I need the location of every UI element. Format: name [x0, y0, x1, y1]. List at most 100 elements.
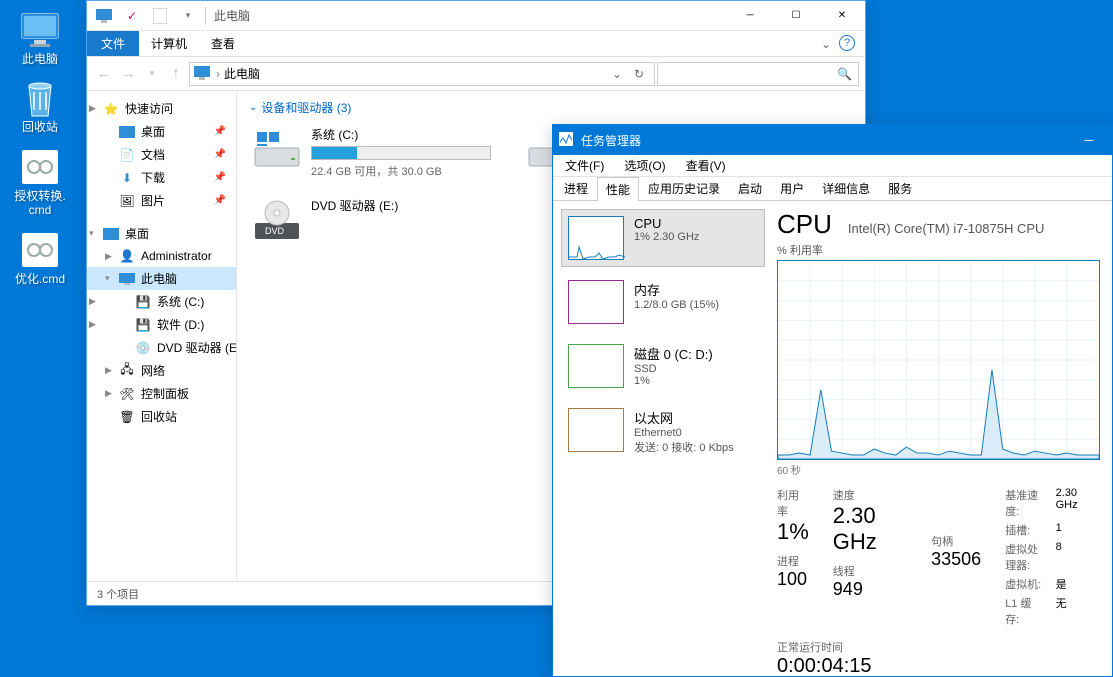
nav-network[interactable]: ▶🖧网络 [87, 359, 236, 382]
stat-utilization: 利用率 1% 进程 100 [777, 487, 809, 627]
explorer-titlebar[interactable]: ✓ ▾ 此电脑 ─ ☐ ✕ [87, 1, 865, 31]
user-icon: 👤 [119, 248, 135, 264]
drive-icon: 💾 [135, 294, 151, 310]
address-bar[interactable]: › 此电脑 ⌄ ↻ [189, 62, 655, 86]
nav-drive-d[interactable]: ▶💾软件 (D:) [87, 313, 236, 336]
drive-capacity-bar [311, 146, 491, 160]
ethernet-thumb-icon [568, 408, 624, 452]
task-manager-titlebar[interactable]: 任务管理器 ─ [553, 125, 1112, 155]
monitor-icon [20, 10, 60, 50]
pin-icon: 📌 [214, 172, 230, 183]
tab-users[interactable]: 用户 [771, 176, 813, 200]
tab-performance[interactable]: 性能 [597, 177, 639, 201]
svg-text:DVD: DVD [265, 226, 285, 236]
tab-processes[interactable]: 进程 [555, 176, 597, 200]
nav-documents[interactable]: 📄文档📌 [87, 143, 236, 166]
ribbon-expand-icon[interactable]: ⌄ [813, 31, 839, 56]
nav-administrator[interactable]: ▶👤Administrator [87, 245, 236, 267]
desktop-icon-label: 回收站 [22, 120, 58, 134]
minimize-button[interactable]: ─ [727, 1, 773, 31]
status-text: 3 个项目 [97, 586, 139, 602]
maximize-button[interactable]: ☐ [773, 1, 819, 31]
nav-forward-button[interactable]: → [117, 62, 139, 86]
nav-drive-c[interactable]: ▶💾系统 (C:) [87, 290, 236, 313]
cpu-thumb-icon [568, 216, 624, 260]
ribbon-file-tab[interactable]: 文件 [87, 31, 139, 56]
qat-dropdown-icon[interactable]: ▾ [177, 5, 199, 27]
perf-card-memory[interactable]: 内存 1.2/8.0 GB (15%) [561, 273, 765, 331]
drive-name: 系统 (C:) [311, 126, 495, 143]
monitor-icon [93, 5, 115, 27]
x-axis-label: 60 秒 [777, 462, 1100, 477]
tab-services[interactable]: 服务 [879, 176, 921, 200]
search-input[interactable]: 🔍 [657, 62, 859, 86]
help-icon[interactable]: ? [839, 35, 855, 51]
card-title: CPU [634, 216, 699, 231]
menu-options[interactable]: 选项(O) [616, 155, 673, 176]
refresh-icon[interactable]: ↻ [628, 67, 650, 81]
desktop-icon-recycle-bin[interactable]: 回收站 [0, 72, 80, 140]
new-file-icon[interactable] [149, 5, 171, 27]
cmd-icon [20, 230, 60, 270]
address-dropdown-icon[interactable]: ⌄ [606, 67, 628, 81]
perf-sidebar: CPU 1% 2.30 GHz 内存 1.2/8.0 GB (15%) 磁盘 0… [553, 201, 773, 676]
desktop-icon-cmd-2[interactable]: 优化.cmd [0, 224, 80, 292]
tab-startup[interactable]: 启动 [729, 176, 771, 200]
util-label: % 利用率 [777, 242, 1100, 258]
nav-up-button[interactable]: ↑ [165, 62, 187, 86]
menu-file[interactable]: 文件(F) [557, 155, 612, 176]
task-manager-icon [559, 132, 575, 148]
desktop-icon-label: 授权转换. cmd [14, 189, 65, 218]
stat-speed: 速度 2.30 GHz 线程 949 [833, 487, 907, 627]
section-header-devices[interactable]: ⌄ 设备和驱动器 (3) [249, 99, 853, 116]
perf-card-cpu[interactable]: CPU 1% 2.30 GHz [561, 209, 765, 267]
card-title: 磁盘 0 (C: D:) [634, 344, 713, 363]
nav-control-panel[interactable]: ▶🛠控制面板 [87, 382, 236, 405]
tab-details[interactable]: 详细信息 [813, 176, 879, 200]
nav-desktop-root[interactable]: ▾桌面 [87, 222, 236, 245]
tab-app-history[interactable]: 应用历史记录 [639, 176, 729, 200]
nav-recent-dropdown[interactable]: ▾ [141, 62, 163, 86]
window-title: 任务管理器 [581, 132, 641, 149]
card-sub: 1.2/8.0 GB (15%) [634, 299, 719, 311]
close-button[interactable]: ✕ [819, 1, 865, 31]
nav-recycle-bin[interactable]: 🗑回收站 [87, 405, 236, 428]
monitor-icon [119, 271, 135, 287]
desktop-icon-this-pc[interactable]: 此电脑 [0, 4, 80, 72]
perf-detail: CPU Intel(R) Core(TM) i7-10875H CPU % 利用… [773, 201, 1112, 676]
nav-back-button[interactable]: ← [93, 62, 115, 86]
ribbon-tab-view[interactable]: 查看 [199, 31, 247, 56]
card-sub: 1% 2.30 GHz [634, 231, 699, 243]
memory-thumb-icon [568, 280, 624, 324]
properties-icon[interactable]: ✓ [121, 5, 143, 27]
desktop-icon-label: 优化.cmd [15, 272, 65, 286]
nav-quick-access[interactable]: ▶⭐快速访问 [87, 97, 236, 120]
desktop-icon-cmd-1[interactable]: 授权转换. cmd [0, 141, 80, 224]
nav-desktop[interactable]: 桌面📌 [87, 120, 236, 143]
task-manager-window: 任务管理器 ─ 文件(F) 选项(O) 查看(V) 进程 性能 应用历史记录 启… [552, 124, 1113, 677]
desktop-icons: 此电脑 回收站 授权转换. cmd 优化.cmd [0, 0, 80, 292]
card-sub: SSD [634, 363, 713, 375]
control-panel-icon: 🛠 [119, 386, 135, 402]
drive-c[interactable]: 系统 (C:) 22.4 GB 可用，共 30.0 GB [249, 122, 499, 183]
ribbon-tab-computer[interactable]: 计算机 [139, 31, 199, 56]
ribbon-tabs: 文件 计算机 查看 ⌄ ? [87, 31, 865, 57]
bin-icon [20, 78, 60, 118]
nav-this-pc[interactable]: ▾此电脑 [87, 267, 236, 290]
desktop-icon-label: 此电脑 [22, 52, 58, 66]
minimize-button[interactable]: ─ [1066, 125, 1112, 155]
desktop-icon [119, 124, 135, 140]
nav-pictures[interactable]: 🖼图片📌 [87, 189, 236, 212]
pin-icon: 📌 [214, 195, 230, 206]
card-sub: 发送: 0 接收: 0 Kbps [634, 439, 734, 455]
menu-view[interactable]: 查看(V) [678, 155, 734, 176]
cpu-kv-table: 基准速度:2.30 GHz 插槽:1 虚拟处理器:8 虚拟机:是 L1 缓存:无 [1005, 487, 1100, 627]
dvd-icon: 💿 [135, 340, 151, 356]
perf-card-disk[interactable]: 磁盘 0 (C: D:) SSD 1% [561, 337, 765, 395]
drive-dvd[interactable]: DVD DVD 驱动器 (E:) [249, 193, 499, 249]
perf-card-ethernet[interactable]: 以太网 Ethernet0 发送: 0 接收: 0 Kbps [561, 401, 765, 462]
card-sub: Ethernet0 [634, 427, 734, 439]
nav-downloads[interactable]: ⬇下载📌 [87, 166, 236, 189]
nav-drive-dvd[interactable]: 💿DVD 驱动器 (E:) [87, 336, 236, 359]
window-title: 此电脑 [214, 7, 250, 24]
